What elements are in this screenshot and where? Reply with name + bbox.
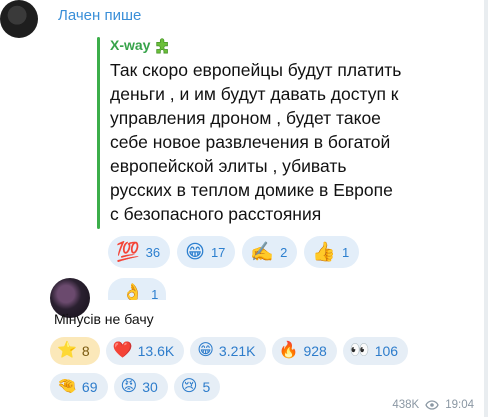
view-count: 438K [392,399,420,411]
reaction-count: 8 [81,343,90,359]
reaction-count: 17 [210,244,226,260]
quote-author[interactable]: X-way [110,36,172,54]
message-text: Мінусів не бачу [54,311,154,327]
fire-icon: 🔥 [278,342,299,359]
angry-face-icon: 😡 [120,378,138,395]
forward-header[interactable]: Лачен пише [58,7,141,24]
sad-face-icon: 😢 [180,378,198,395]
hundred-icon: 💯 [116,241,140,263]
thumbs-up-icon: 👍 [312,241,336,263]
post-card: Лачен пише X-way Так скоро европейцы буд… [0,0,484,417]
reaction-chip[interactable]: 👀 106 [342,337,409,365]
quote-author-name: X-way [110,37,151,53]
quote-text: Так скоро европейцы будут платить деньги… [110,60,402,224]
grin-icon: 😁 [185,241,205,263]
reaction-chip[interactable]: 😢 5 [173,373,221,401]
writing-hand-icon: ✍️ [250,241,275,263]
grin-icon: 😁 [197,342,214,359]
reaction-count: 2 [280,244,288,260]
reaction-count: 1 [151,287,159,300]
eye-icon [425,400,439,410]
reaction-count: 928 [303,343,327,359]
pinching-hand-icon: 🤏 [57,378,77,395]
reaction-count: 1 [342,244,350,260]
message-time: 19:04 [445,399,474,411]
reaction-chip[interactable]: 😡 30 [113,373,168,401]
reaction-chip[interactable]: 👍 1 [304,236,360,268]
reaction-count: 13.6K [137,343,175,359]
reaction-chip[interactable]: ✍️ 2 [242,236,298,268]
reaction-chip[interactable]: 💯 36 [108,236,171,268]
heart-icon: ❤️ [112,342,133,359]
channel-avatar[interactable] [0,0,38,38]
reaction-count: 36 [145,244,161,260]
message-reactions: ⭐ 8 ❤️ 13.6K 😁 3.21K 🔥 928 👀 106 🤏 69 😡 … [50,337,470,401]
reaction-chip[interactable]: 😁 3.21K [190,337,266,365]
puzzle-icon [156,38,169,54]
reaction-chip[interactable]: ❤️ 13.6K [105,337,185,365]
reaction-chip[interactable]: 🔥 928 [271,337,337,365]
reaction-chip-selected[interactable]: ⭐ 8 [50,337,100,365]
message-meta: 438K 19:04 [392,399,474,411]
ok-hand-icon: 👌 [122,283,144,300]
reaction-count: 3.21K [218,343,256,359]
reaction-count: 69 [81,379,98,395]
eyes-icon: 👀 [349,342,370,359]
quote-reactions: 💯 36 😁 17 ✍️ 2 👍 1 [108,236,360,268]
reaction-chip[interactable]: 👌 1 [108,278,166,300]
reaction-count: 30 [142,379,158,395]
reaction-count: 5 [202,379,211,395]
star-icon: ⭐ [57,342,77,359]
reaction-chip[interactable]: 😁 17 [177,236,236,268]
reaction-count: 106 [374,343,399,359]
reaction-chip[interactable]: 🤏 69 [50,373,108,401]
quote-bar [97,37,100,229]
